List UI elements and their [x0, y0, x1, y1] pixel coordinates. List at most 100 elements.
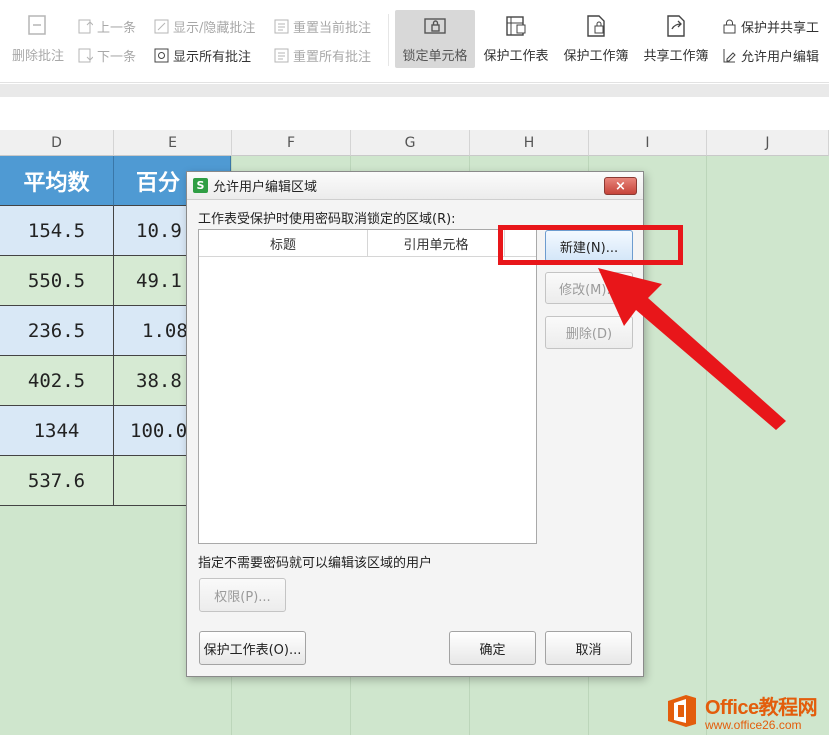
share-workbook-label: 共享工作簿 [643, 49, 709, 64]
protect-workbook-button[interactable]: 保护工作簿 [560, 10, 632, 68]
share-workbook-icon [667, 15, 685, 37]
table-cell[interactable]: 402.5 [0, 356, 114, 406]
share-workbook-button[interactable]: 共享工作簿 [640, 10, 712, 68]
column-header-f-label: F [286, 134, 296, 151]
reset-all-comments-label: 重置所有批注 [293, 49, 372, 65]
allow-users-edit-ranges-label: 允许用户编辑 [741, 49, 820, 65]
allow-users-edit-ranges-button[interactable]: 允许用户编辑 [722, 45, 819, 65]
cell-value: 236.5 [27, 319, 86, 342]
cell-value: 100.0 [130, 419, 188, 442]
cell-value: 402.5 [27, 369, 86, 392]
ranges-list[interactable]: 标题 引用单元格 [198, 229, 537, 544]
protect-sheet-button[interactable]: 保护工作表 [480, 10, 552, 68]
table-cell[interactable]: 154.5 [0, 206, 114, 256]
dialog-title-bar[interactable]: S 允许用户编辑区域 × [187, 172, 643, 200]
reset-all-comments-button[interactable]: 重置所有批注 [274, 45, 371, 65]
toggle-comment-label: 显示/隐藏批注 [173, 20, 256, 36]
table-cell[interactable]: 550.5 [0, 256, 114, 306]
protect-and-share-label: 保护并共享工 [741, 20, 820, 36]
reset-current-comment-label: 重置当前批注 [293, 20, 372, 36]
users-label: 指定不需要密码就可以编辑该区域的用户 [198, 556, 433, 571]
close-icon: × [615, 178, 626, 194]
column-header-e-label: E [168, 134, 177, 151]
show-all-comments-icon [154, 48, 169, 62]
ribbon-toolbar: 删除批注 上一条 下一条 显示/隐藏批注 显示所有批注 重置当前批注 重置所有批… [0, 0, 829, 83]
cell-value: 1344 [33, 419, 80, 442]
formula-bar-area [0, 97, 829, 127]
cell-value: 1.08 [142, 319, 188, 342]
delete-comment-icon [28, 15, 46, 35]
delete-comment-button[interactable]: 删除批注 [8, 10, 68, 68]
column-ref-header[interactable]: 引用单元格 [368, 230, 505, 257]
permissions-button[interactable]: 权限(P)... [199, 578, 286, 612]
prev-comment-label: 上一条 [97, 20, 137, 36]
protect-sheet-label: 保护工作表 [483, 49, 549, 64]
lock-cell-icon [424, 18, 446, 34]
cell-header-percent-text: 百分 [136, 170, 181, 196]
protect-sheet-dialog-label: 保护工作表(O)... [203, 642, 302, 658]
column-header-i-label: I [645, 134, 650, 151]
watermark-brand: Office教程网 [705, 696, 818, 719]
column-header-e[interactable]: E [114, 130, 232, 156]
column-header-i[interactable]: I [589, 130, 707, 156]
cancel-button[interactable]: 取消 [545, 631, 632, 665]
watermark-url: www.office26.com [705, 717, 802, 732]
cell-value: 10.9 [136, 219, 182, 242]
wps-logo-letter: S [196, 179, 205, 192]
ok-button[interactable]: 确定 [449, 631, 536, 665]
table-cell[interactable]: 1344 [0, 406, 114, 456]
lock-cell-button[interactable]: 锁定单元格 [395, 10, 475, 68]
ranges-list-header: 标题 引用单元格 [199, 230, 536, 257]
cell-value: 537.6 [27, 469, 86, 492]
cell-header-average-text: 平均数 [23, 170, 90, 196]
lock-icon [723, 19, 736, 33]
reset-all-comments-icon [274, 48, 289, 62]
gridline [706, 156, 707, 735]
cell-header-average[interactable]: 平均数 [0, 156, 114, 206]
edit-ranges-icon [723, 48, 736, 62]
prev-comment-button[interactable]: 上一条 [78, 16, 136, 36]
protect-and-share-button[interactable]: 保护并共享工 [722, 16, 819, 36]
cancel-label: 取消 [575, 642, 602, 658]
dialog-title: 允许用户编辑区域 [213, 180, 318, 195]
ribbon-separator [388, 14, 389, 66]
cell-value: 550.5 [27, 269, 86, 292]
next-comment-button[interactable]: 下一条 [78, 45, 136, 65]
protect-workbook-icon [587, 15, 605, 37]
column-header-j[interactable]: J [707, 130, 829, 156]
column-title-label: 标题 [269, 238, 296, 253]
show-all-comments-label: 显示所有批注 [173, 49, 252, 65]
column-title-header[interactable]: 标题 [199, 230, 368, 257]
show-all-comments-button[interactable]: 显示所有批注 [154, 45, 251, 65]
delete-comment-label: 删除批注 [11, 49, 64, 64]
close-button[interactable]: × [604, 177, 637, 195]
ranges-label: 工作表受保护时使用密码取消锁定的区域(R): [198, 212, 456, 227]
cell-value: 154.5 [27, 219, 86, 242]
column-header-j-label: J [765, 134, 770, 151]
column-header-h[interactable]: H [470, 130, 589, 156]
toggle-comment-button[interactable]: 显示/隐藏批注 [154, 16, 255, 36]
column-header-h-label: H [523, 134, 535, 151]
protect-sheet-icon [506, 16, 526, 36]
toggle-comment-icon [154, 19, 169, 33]
cell-value: 38.8 [136, 369, 182, 392]
watermark-text: Office教程网 www.office26.com [705, 691, 818, 732]
reset-current-comment-button[interactable]: 重置当前批注 [274, 16, 371, 36]
cell-value: 49.1 [136, 269, 182, 292]
permissions-label: 权限(P)... [214, 589, 271, 605]
column-ref-label: 引用单元格 [403, 238, 469, 253]
column-header-g-label: G [404, 134, 416, 151]
table-cell[interactable]: 236.5 [0, 306, 114, 356]
red-arrow-icon [598, 268, 786, 430]
column-header-d[interactable]: D [0, 130, 114, 156]
prev-comment-icon [78, 19, 93, 33]
watermark: Office教程网 www.office26.com [664, 687, 829, 735]
protect-workbook-label: 保护工作簿 [563, 49, 629, 64]
column-header-f[interactable]: F [232, 130, 351, 156]
table-cell[interactable]: 537.6 [0, 456, 114, 506]
office-logo-icon [668, 695, 696, 727]
reset-comment-icon [274, 19, 289, 33]
column-header-g[interactable]: G [351, 130, 470, 156]
protect-sheet-dialog-button[interactable]: 保护工作表(O)... [199, 631, 306, 665]
wps-logo-icon: S [193, 178, 208, 193]
